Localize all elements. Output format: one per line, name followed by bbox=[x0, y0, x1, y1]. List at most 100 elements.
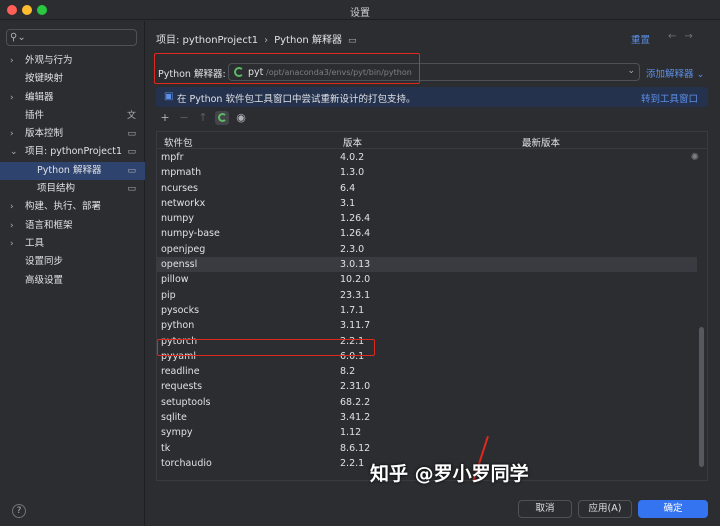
sidebar-item[interactable]: › 语言和框架 bbox=[0, 217, 145, 235]
package-version: 3.11.7 bbox=[340, 320, 371, 332]
table-row[interactable]: networkx 3.1 bbox=[157, 196, 697, 211]
help-icon[interactable]: ? bbox=[12, 504, 26, 518]
table-body: mpfr 4.0.2 mpmath 1.3.0 ncurses 6.4 networkx 3.… bbox=[157, 150, 697, 471]
chevron-icon[interactable]: › bbox=[10, 217, 14, 235]
sidebar-item-label: 项目: pythonProject1 bbox=[25, 146, 122, 158]
chevron-icon[interactable]: › bbox=[10, 198, 14, 216]
sidebar-item[interactable]: 插件 文 bbox=[0, 107, 145, 125]
remove-package-icon[interactable]: − bbox=[177, 111, 191, 125]
table-row[interactable]: readline 8.2 bbox=[157, 364, 697, 379]
chevron-icon[interactable]: › bbox=[10, 89, 14, 107]
table-row[interactable]: pip 23.3.1 bbox=[157, 288, 697, 303]
arrow-left-icon[interactable]: ← bbox=[668, 31, 684, 42]
refresh-icon[interactable] bbox=[215, 111, 229, 125]
info-banner: ▣ 在 Python 软件包工具窗口中尝试重新设计的打包支持。 转到工具窗口 bbox=[156, 87, 708, 107]
table-row[interactable]: mpfr 4.0.2 bbox=[157, 150, 697, 165]
column-header-package[interactable]: 软件包 bbox=[164, 135, 193, 149]
table-row[interactable]: setuptools 68.2.2 bbox=[157, 395, 697, 410]
chevron-icon[interactable]: › bbox=[10, 125, 14, 143]
doc-icon: ▭ bbox=[347, 36, 357, 46]
package-name: torchaudio bbox=[161, 457, 212, 469]
arrow-right-icon[interactable]: → bbox=[684, 31, 700, 42]
watermark-text: 知乎 @罗小罗同学 bbox=[370, 463, 529, 485]
breadcrumb-project[interactable]: 项目: pythonProject1 bbox=[156, 35, 258, 46]
back-forward-arrows[interactable]: ←→ bbox=[668, 31, 701, 42]
settings-search-input[interactable]: ⚲⌄ bbox=[6, 29, 137, 46]
sidebar-item-label: 高级设置 bbox=[25, 274, 64, 286]
breadcrumb: 项目: pythonProject1 › Python 解释器 ▭ bbox=[156, 31, 356, 46]
table-row[interactable]: python 3.11.7 bbox=[157, 318, 697, 333]
table-row[interactable]: pysocks 1.7.1 bbox=[157, 303, 697, 318]
table-row[interactable]: requests 2.31.0 bbox=[157, 379, 697, 394]
sidebar-item[interactable]: 按键映射 bbox=[0, 70, 145, 88]
interpreter-path: /opt/anaconda3/envs/pyt/bin/python bbox=[266, 68, 412, 77]
package-version: 3.0.13 bbox=[340, 259, 371, 271]
package-name: pip bbox=[161, 289, 176, 301]
table-header: 软件包 版本 最新版本 bbox=[157, 132, 707, 149]
package-name: python bbox=[161, 320, 195, 332]
package-version: 2.2.1 bbox=[340, 457, 365, 469]
eye-icon[interactable]: ◉ bbox=[234, 111, 248, 125]
chevron-icon[interactable]: › bbox=[10, 235, 14, 253]
table-row[interactable]: pyyaml 6.0.1 bbox=[157, 349, 697, 364]
settings-nav: › 外观与行为 按键映射 › 编辑器 插件 文 › 版本控制 ▭ ⌄ 项目: pythonProjec… bbox=[0, 52, 145, 290]
banner-message: 在 Python 软件包工具窗口中尝试重新设计的打包支持。 bbox=[177, 94, 416, 105]
settings-sidebar: ⚲⌄ › 外观与行为 按键映射 › 编辑器 插件 文 › 版本控制 ▭ ⌄ 项目: pythonPro… bbox=[0, 21, 145, 526]
table-row[interactable]: pillow 10.2.0 bbox=[157, 272, 697, 287]
table-scrollbar[interactable] bbox=[699, 327, 704, 467]
package-name: tk bbox=[161, 442, 171, 454]
apply-button[interactable]: 应用(A) bbox=[578, 500, 632, 518]
sidebar-item[interactable]: 设置同步 bbox=[0, 253, 145, 271]
reset-link[interactable]: 重置 bbox=[631, 32, 650, 46]
chevron-icon[interactable]: › bbox=[10, 52, 14, 70]
table-row[interactable]: numpy-base 1.26.4 bbox=[157, 226, 697, 241]
table-row[interactable]: openjpeg 2.3.0 bbox=[157, 242, 697, 257]
package-version: 23.3.1 bbox=[340, 289, 371, 301]
table-row[interactable]: mpmath 1.3.0 bbox=[157, 165, 697, 180]
sidebar-item[interactable]: › 构建、执行、部署 bbox=[0, 198, 145, 216]
sidebar-item[interactable]: 高级设置 bbox=[0, 272, 145, 290]
package-name: networkx bbox=[161, 197, 206, 209]
table-row[interactable]: sqlite 3.41.2 bbox=[157, 410, 697, 425]
sidebar-item[interactable]: › 工具 bbox=[0, 235, 145, 253]
package-version: 2.31.0 bbox=[340, 381, 371, 393]
chevron-down-icon: ⌄ bbox=[627, 66, 635, 76]
package-table: 软件包 版本 最新版本 mpfr 4.0.2 mpmath 1.3.0 ncurses 6… bbox=[156, 131, 708, 481]
chevron-icon[interactable]: ⌄ bbox=[10, 143, 18, 161]
sidebar-item[interactable]: 项目结构 ▭ bbox=[0, 180, 145, 198]
package-name: pyyaml bbox=[161, 350, 196, 362]
table-row[interactable]: tk 8.6.12 bbox=[157, 441, 697, 456]
sidebar-item[interactable]: › 版本控制 ▭ bbox=[0, 125, 145, 143]
table-row[interactable]: pytorch 2.2.1 bbox=[157, 334, 697, 349]
goto-tool-window-link[interactable]: 转到工具窗口 bbox=[641, 91, 698, 105]
table-row[interactable]: sympy 1.12 bbox=[157, 425, 697, 440]
package-name: mpmath bbox=[161, 167, 202, 179]
sidebar-item-label: 语言和框架 bbox=[25, 219, 73, 231]
table-row[interactable]: openssl 3.0.13 bbox=[157, 257, 697, 273]
upgrade-package-icon[interactable]: ↑ bbox=[196, 111, 210, 125]
sidebar-item[interactable]: Python 解释器 ▭ bbox=[0, 161, 145, 181]
sidebar-item-label: 编辑器 bbox=[25, 91, 54, 103]
column-header-version[interactable]: 版本 bbox=[343, 135, 362, 149]
main-panel: 项目: pythonProject1 › Python 解释器 ▭ 重置 ←→ Pyt… bbox=[12, 21, 720, 526]
search-icon: ⚲⌄ bbox=[10, 32, 26, 43]
add-package-icon[interactable]: + bbox=[158, 111, 172, 125]
doc-icon: ▭ bbox=[127, 147, 136, 158]
table-row[interactable]: ncurses 6.4 bbox=[157, 181, 697, 196]
sidebar-item-label: 版本控制 bbox=[25, 128, 64, 140]
loading-icon: ✺ bbox=[690, 152, 699, 163]
table-row[interactable]: numpy 1.26.4 bbox=[157, 211, 697, 226]
ok-button[interactable]: 确定 bbox=[638, 500, 708, 518]
sidebar-item[interactable]: › 外观与行为 bbox=[0, 52, 145, 70]
window-title: 设置 bbox=[350, 8, 370, 19]
package-version: 1.12 bbox=[340, 427, 362, 439]
add-interpreter-link[interactable]: 添加解释器 ⌄ bbox=[646, 66, 704, 80]
package-name: sqlite bbox=[161, 412, 187, 424]
package-name: requests bbox=[161, 381, 203, 393]
column-header-latest[interactable]: 最新版本 bbox=[522, 135, 560, 149]
doc-icon: ▭ bbox=[127, 129, 136, 140]
cancel-button[interactable]: 取消 bbox=[518, 500, 572, 518]
interpreter-select[interactable]: pyt /opt/anaconda3/envs/pyt/bin/python ⌄ bbox=[228, 63, 640, 81]
sidebar-item[interactable]: › 编辑器 bbox=[0, 89, 145, 107]
sidebar-item[interactable]: ⌄ 项目: pythonProject1 ▭ bbox=[0, 143, 145, 161]
